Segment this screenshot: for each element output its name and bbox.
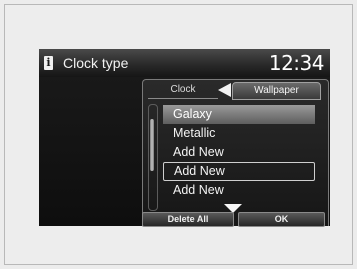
tab-wallpaper[interactable]: Wallpaper	[232, 82, 321, 100]
wallpaper-list: Galaxy Metallic Add New Add New Add New	[163, 105, 315, 200]
list-item-add-new[interactable]: Add New	[163, 143, 315, 162]
ok-button[interactable]: OK	[238, 212, 325, 227]
tab-clock[interactable]: Clock	[148, 82, 218, 99]
list-item-metallic[interactable]: Metallic	[163, 124, 315, 143]
delete-all-button[interactable]: Delete All	[142, 212, 234, 227]
list-item-add-new-selected[interactable]: Add New	[163, 162, 315, 181]
tab-selector-arrow-icon	[218, 83, 231, 97]
list-item-galaxy[interactable]: Galaxy	[163, 105, 315, 124]
scrollbar-thumb[interactable]	[150, 119, 154, 171]
list-item-add-new[interactable]: Add New	[163, 181, 315, 200]
